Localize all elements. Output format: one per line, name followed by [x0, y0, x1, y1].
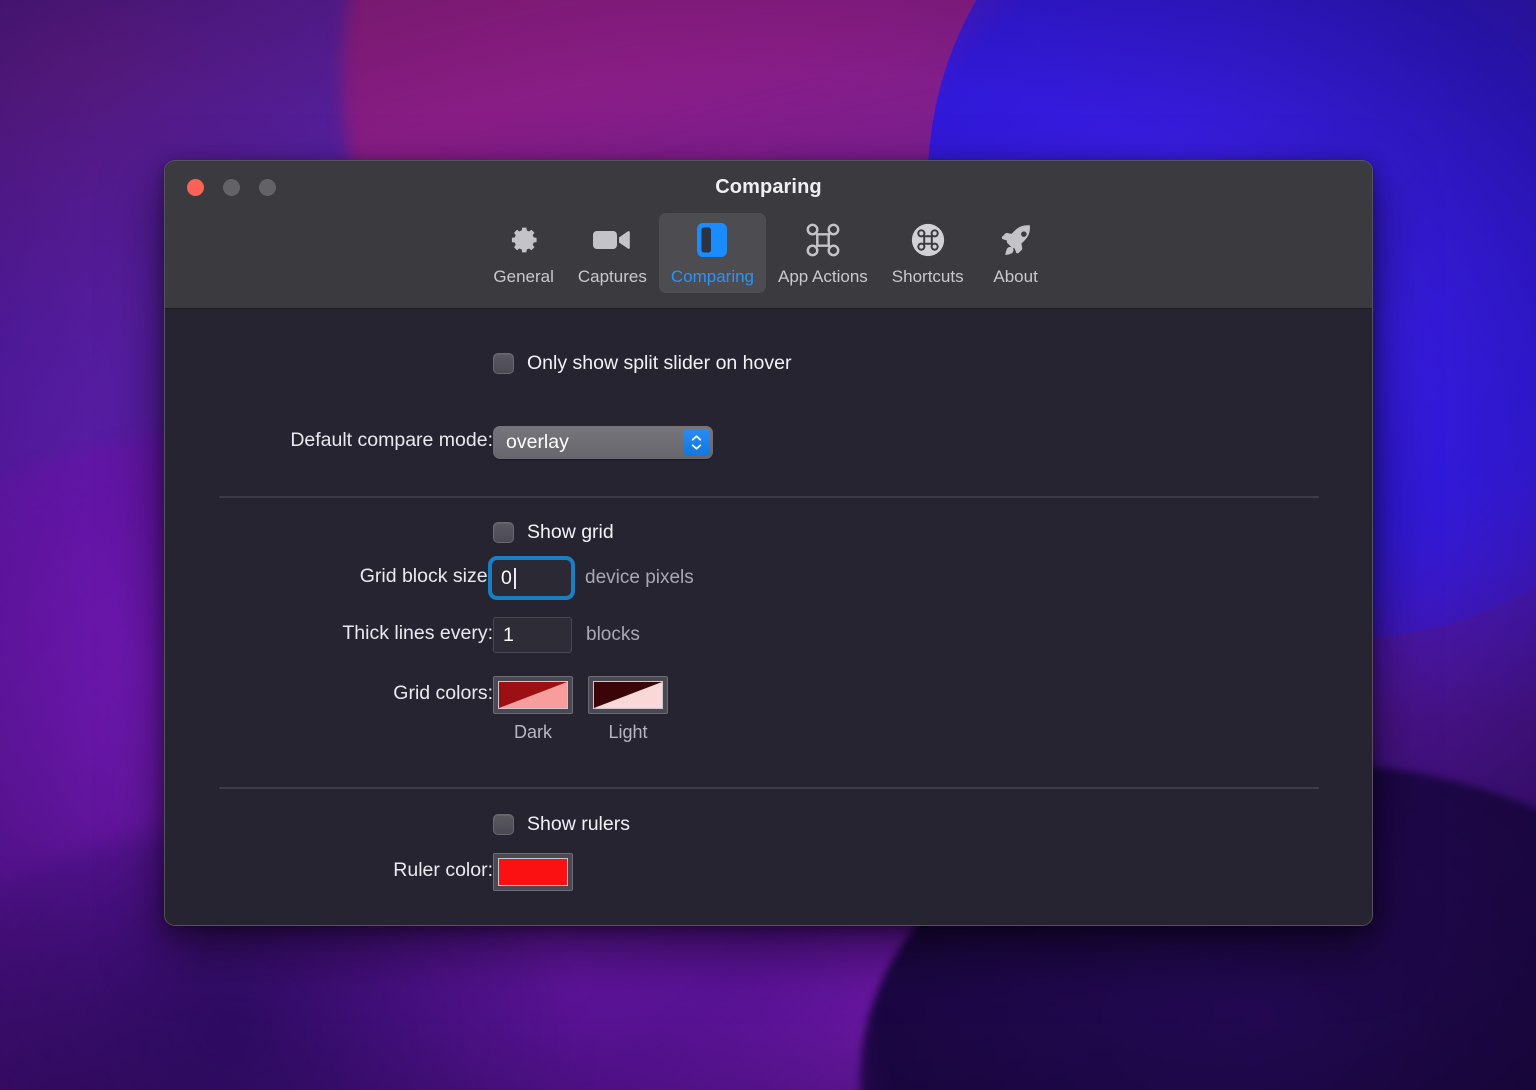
grid-block-size-label-wrap: Grid block size:	[219, 565, 493, 588]
tab-shortcuts[interactable]: Shortcuts	[880, 213, 976, 293]
ruler-color-well[interactable]	[493, 853, 573, 891]
show-grid-row: Show grid	[493, 521, 614, 544]
grid-colors-label-wrap: Grid colors:	[219, 682, 493, 705]
show-rulers-label: Show rulers	[527, 813, 630, 835]
grid-block-size-field-wrap: 0 device pixels	[488, 556, 694, 600]
grid-color-wells: Dark Light	[493, 676, 668, 743]
window-title: Comparing	[715, 176, 822, 198]
only-show-split-slider-label: Only show split slider on hover	[527, 352, 792, 374]
show-grid-label: Show grid	[527, 521, 614, 543]
grid-colors-label: Grid colors:	[393, 682, 493, 704]
tab-app-actions[interactable]: App Actions	[766, 213, 880, 293]
preferences-window: Comparing General Captures Comparing App…	[164, 160, 1373, 926]
window-titlebar: Comparing General Captures Comparing App…	[165, 161, 1372, 309]
ruler-color-swatch	[498, 858, 568, 886]
thick-lines-every-value: 1	[503, 623, 514, 646]
grid-block-size-input[interactable]: 0	[488, 556, 575, 600]
default-compare-mode-popup-wrap: overlay	[493, 426, 713, 459]
command-circle-icon	[909, 220, 947, 260]
thick-lines-every-unit: blocks	[586, 624, 640, 645]
thick-lines-field-wrap: 1 blocks	[493, 617, 640, 653]
tab-about[interactable]: About	[976, 213, 1056, 293]
grid-color-light-caption: Light	[608, 722, 648, 742]
tab-comparing[interactable]: Comparing	[658, 213, 767, 293]
only-show-split-slider-row: Only show split slider on hover	[493, 352, 791, 375]
comparing-settings-pane: Only show split slider on hover Default …	[165, 309, 1372, 925]
tab-general-label: General	[493, 267, 554, 286]
tab-about-label: About	[993, 267, 1038, 286]
thick-lines-every-input[interactable]: 1	[493, 617, 572, 653]
split-view-icon	[695, 220, 729, 260]
show-rulers-row: Show rulers	[493, 813, 630, 836]
thick-lines-label-wrap: Thick lines every:	[219, 622, 493, 645]
thick-lines-every-label: Thick lines every:	[342, 622, 493, 644]
grid-color-light-swatch	[593, 681, 663, 709]
show-grid-checkbox[interactable]	[493, 522, 514, 543]
grid-block-size-label: Grid block size:	[359, 565, 493, 587]
section-divider-grid	[219, 496, 1319, 498]
section-divider-rulers	[219, 787, 1319, 789]
tab-app-actions-label: App Actions	[778, 267, 868, 286]
only-show-split-slider-checkbox[interactable]	[493, 353, 514, 374]
grid-color-light-well[interactable]	[588, 676, 668, 714]
default-compare-mode-value: overlay	[506, 431, 569, 453]
tab-comparing-label: Comparing	[670, 267, 755, 286]
default-compare-mode-select[interactable]: overlay	[493, 426, 713, 459]
tab-general[interactable]: General	[481, 213, 565, 293]
chevron-up-down-icon[interactable]	[683, 429, 710, 456]
tab-shortcuts-label: Shortcuts	[891, 267, 964, 286]
grid-color-dark-well[interactable]	[493, 676, 573, 714]
text-caret	[513, 567, 516, 589]
grid-block-size-unit: device pixels	[585, 567, 694, 588]
command-icon	[804, 220, 842, 260]
ruler-color-label-wrap: Ruler color:	[219, 859, 493, 882]
ruler-color-well-wrap	[493, 853, 573, 891]
grid-color-light-group: Light	[588, 676, 668, 743]
rocket-icon	[997, 220, 1035, 260]
video-camera-icon	[592, 220, 632, 260]
tab-captures-label: Captures	[577, 267, 647, 286]
default-compare-mode-label-wrap: Default compare mode:	[219, 429, 493, 452]
grid-color-dark-swatch	[498, 681, 568, 709]
show-rulers-checkbox[interactable]	[493, 814, 514, 835]
default-compare-mode-label: Default compare mode:	[290, 429, 493, 451]
ruler-color-label: Ruler color:	[393, 859, 493, 881]
grid-block-size-value: 0	[501, 566, 512, 589]
gear-icon	[506, 220, 542, 260]
preferences-toolbar: General Captures Comparing App Actions S…	[165, 213, 1372, 293]
grid-color-dark-caption: Dark	[513, 722, 552, 742]
tab-captures[interactable]: Captures	[566, 213, 659, 293]
grid-color-dark-group: Dark	[493, 676, 573, 743]
